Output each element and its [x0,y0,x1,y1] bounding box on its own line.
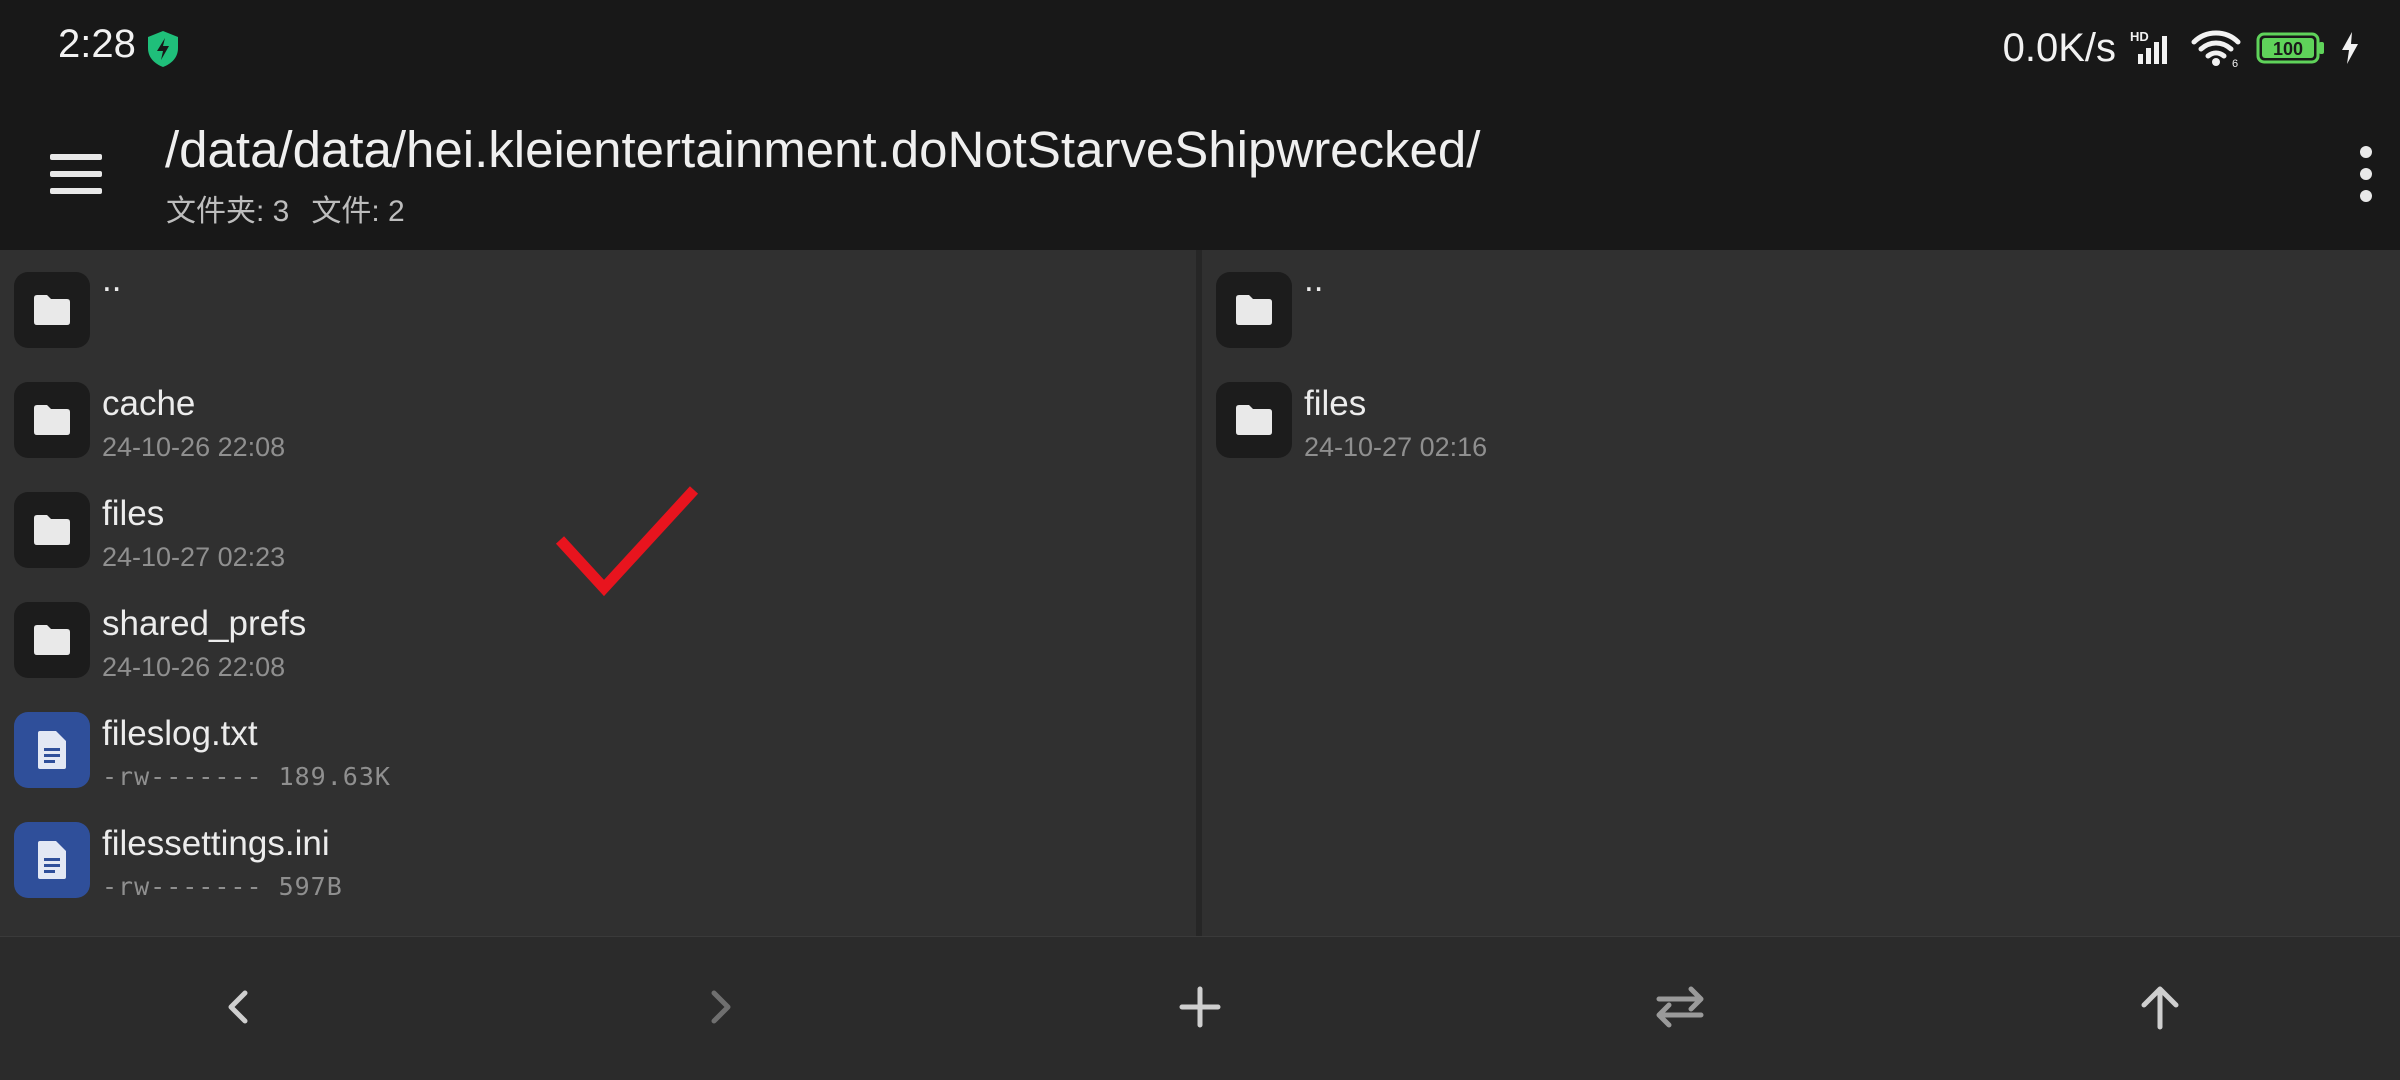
toolbar: /data/data/hei.kleientertainment.doNotSt… [0,96,2400,250]
item-date: 24-10-27 02:16 [1304,432,1488,462]
current-path: /data/data/hei.kleientertainment.doNotSt… [165,121,1481,178]
status-bar: 2:28 0.0K/s HD 6 100 [0,0,2400,96]
item-name: fileslog.txt [102,714,258,753]
item-meta: -rw------- 597B [102,872,343,901]
list-item[interactable]: files 24-10-27 02:16 [1202,368,2400,478]
list-item[interactable]: fileslog.txt -rw------- 189.63K [0,698,1196,808]
folder-icon [14,382,90,458]
list-item[interactable]: filessettings.ini -rw------- 597B [0,808,1196,918]
forward-chevron-icon[interactable] [684,971,756,1043]
hamburger-menu-icon[interactable] [40,144,112,204]
battery-level: 100 [2273,39,2303,59]
network-speed: 0.0K/s [2002,25,2116,70]
svg-text:6: 6 [2232,58,2238,68]
list-item[interactable]: shared_prefs 24-10-26 22:08 [0,588,1196,698]
battery-icon: 100 [2256,32,2324,64]
item-name: cache [102,384,196,423]
wifi-icon: 6 [2191,30,2241,68]
shield-bolt-icon [148,31,178,67]
add-icon[interactable] [1164,971,1236,1043]
charging-bolt-icon [2342,32,2358,64]
file-count: 文件: 2 [311,195,405,228]
folder-icon [14,602,90,678]
up-arrow-icon[interactable] [2124,971,2196,1043]
more-vertical-icon[interactable] [2352,146,2380,202]
folder-icon [1216,382,1292,458]
back-chevron-icon[interactable] [203,971,275,1043]
cell-signal-icon: HD [2130,29,2167,64]
item-name: files [102,494,165,533]
folder-icon [1216,272,1292,348]
item-name: filessettings.ini [102,824,330,863]
swap-icon[interactable] [1644,971,1716,1043]
right-file-pane: .. files 24-10-27 02:16 [1202,250,2400,936]
document-icon [14,712,90,788]
item-date: 24-10-26 22:08 [102,652,286,682]
item-name: .. [1304,260,1324,299]
item-date: 24-10-26 22:08 [102,432,286,462]
signal-hd-label: HD [2130,29,2149,44]
red-checkmark-icon [556,486,698,597]
item-meta: -rw------- 189.63K [102,762,391,791]
item-name: .. [102,260,122,299]
folder-icon [14,272,90,348]
item-name: files [1304,384,1367,423]
status-time: 2:28 [58,22,136,66]
list-item[interactable]: cache 24-10-26 22:08 [0,368,1196,478]
document-icon [14,822,90,898]
item-counts: 文件夹: 3 文件: 2 [166,186,405,230]
folder-icon [14,492,90,568]
item-name: shared_prefs [102,604,307,643]
list-item-parent-dir[interactable]: .. [0,258,1196,368]
bottom-navigation-bar [0,936,2400,1080]
folder-count: 文件夹: 3 [166,195,290,228]
list-item-parent-dir[interactable]: .. [1202,258,2400,368]
status-indicators: 0.0K/s HD 6 100 [2003,20,2360,76]
item-date: 24-10-27 02:23 [102,542,286,572]
